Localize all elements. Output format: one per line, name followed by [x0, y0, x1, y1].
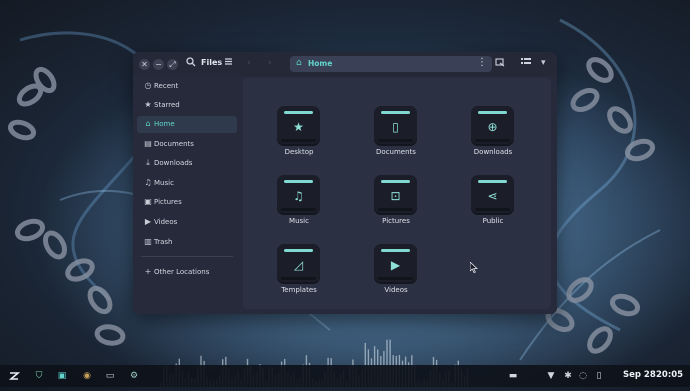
maximize-button[interactable]: ⤢ — [167, 59, 178, 70]
sidebar-item-music[interactable]: ♫ Music — [137, 175, 237, 192]
folder-label: Videos — [384, 286, 408, 294]
picture-icon: ⊡ — [390, 189, 401, 203]
home-icon: ⌂ — [145, 119, 151, 128]
sidebar-item-label: Pictures — [154, 198, 182, 206]
folder-pictures[interactable]: ⊡ Pictures — [356, 173, 436, 237]
files-app-icon[interactable]: ▣ — [57, 370, 67, 382]
forward-arrow-icon[interactable]: › — [268, 57, 272, 69]
sidebar-item-trash[interactable]: ▥ Trash — [137, 234, 237, 251]
play-icon: ▶ — [390, 258, 401, 272]
sidebar-item-label: Recent — [154, 82, 179, 90]
video-icon: ▶ — [144, 217, 152, 226]
sidebar-item-documents[interactable]: ▤ Documents — [137, 136, 237, 153]
download-icon: ⊕ — [487, 120, 498, 134]
sidebar-item-label: Trash — [154, 238, 173, 246]
folder-label: Downloads — [473, 148, 513, 156]
files-window: ✕ − ⤢ Files ‹ › ⌂ Home ⋮ ▾ ◷ Recent ★ St… — [133, 52, 557, 314]
home-icon: ⌂ — [296, 58, 302, 68]
template-icon: ◿ — [293, 258, 304, 272]
sidebar-item-recent[interactable]: ◷ Recent — [137, 78, 237, 95]
document-icon: ▯ — [392, 120, 399, 134]
bluetooth-icon[interactable]: ✱ — [563, 370, 573, 382]
wifi-icon[interactable]: ▼ — [546, 370, 556, 382]
clock-date[interactable]: Sep 28 — [623, 370, 656, 380]
clock-icon: ◷ — [144, 81, 152, 90]
location-bar[interactable]: ⌂ Home ⋮ — [290, 56, 492, 72]
folder-desktop[interactable]: ★ Desktop — [259, 104, 339, 168]
sidebar-item-label: Downloads — [154, 159, 193, 167]
settings-app-icon[interactable]: ⚙ — [129, 370, 139, 382]
folder-documents[interactable]: ▯ Documents — [356, 104, 436, 168]
terminal-app-icon[interactable]: ▭ — [105, 370, 115, 382]
headerbar: ✕ − ⤢ Files ‹ › ⌂ Home ⋮ ▾ — [133, 52, 557, 76]
sidebar-item-home[interactable]: ⌂ Home — [137, 116, 237, 133]
folder-templates[interactable]: ◿ Templates — [259, 242, 339, 306]
sidebar-item-label: Documents — [154, 140, 194, 148]
folder-label: Public — [482, 217, 504, 225]
more-options-icon[interactable]: ⋮ — [477, 57, 487, 68]
battery-icon[interactable]: ▯ — [594, 370, 604, 382]
clock-time[interactable]: 20:05 — [656, 370, 683, 380]
picture-icon: ▣ — [144, 197, 152, 206]
folder-icon: ★ — [277, 106, 320, 144]
folder-label: Documents — [376, 148, 416, 156]
folder-videos[interactable]: ▶ Videos — [356, 242, 436, 306]
shield-icon[interactable]: ⛉ — [34, 370, 44, 382]
app-launcher-icon[interactable] — [8, 370, 21, 382]
star-icon: ★ — [293, 120, 304, 134]
folder-grid: ★ Desktop ▯ Documents ⊕ Downloads ♫ Musi… — [243, 78, 551, 309]
document-icon: ▤ — [144, 139, 152, 148]
minimize-button[interactable]: − — [153, 59, 164, 70]
taskbar: ⛉ ▣ ◉ ▭ ⚙ ▬ ▼ ✱ ◌ ▯ Sep 28 20:05 — [0, 365, 690, 387]
music-icon: ♫ — [144, 178, 152, 187]
chevron-down-icon[interactable]: ▾ — [541, 57, 546, 69]
sidebar-item-pictures[interactable]: ▣ Pictures — [137, 194, 237, 211]
sidebar-item-label: Other Locations — [154, 268, 210, 276]
sidebar-item-label: Starred — [154, 101, 180, 109]
sidebar-item-label: Videos — [154, 218, 178, 226]
plus-icon: + — [144, 267, 152, 276]
folder-music[interactable]: ♫ Music — [259, 173, 339, 237]
app-title: Files — [201, 58, 223, 67]
star-icon: ★ — [144, 100, 152, 109]
music-icon: ♫ — [293, 189, 304, 203]
list-view-icon[interactable] — [521, 57, 531, 70]
mouse-cursor-icon — [469, 258, 479, 277]
sidebar-item-starred[interactable]: ★ Starred — [137, 97, 237, 114]
search-icon[interactable] — [186, 57, 196, 71]
folder-icon: ◿ — [277, 244, 320, 282]
trash-icon: ▥ — [144, 237, 152, 246]
folder-icon: ⊡ — [374, 175, 417, 213]
sidebar-item-downloads[interactable]: ⤓ Downloads — [137, 155, 237, 172]
folder-public[interactable]: ⋖ Public — [453, 173, 533, 237]
browser-app-icon[interactable]: ◉ — [82, 370, 92, 382]
folder-icon: ▯ — [374, 106, 417, 144]
sidebar-item-label: Music — [154, 179, 174, 187]
sidebar-item-label: Home — [154, 120, 175, 128]
location-label: Home — [308, 59, 333, 68]
sidebar-item-other-locations[interactable]: + Other Locations — [137, 264, 237, 281]
folder-icon: ⊕ — [471, 106, 514, 144]
folder-label: Music — [289, 217, 309, 225]
sidebar-divider — [141, 256, 233, 257]
sidebar-item-videos[interactable]: ▶ Videos — [137, 214, 237, 231]
folder-icon: ♫ — [277, 175, 320, 213]
folder-downloads[interactable]: ⊕ Downloads — [453, 104, 533, 168]
back-arrow-icon[interactable]: ‹ — [247, 57, 251, 69]
folder-icon: ▶ — [374, 244, 417, 282]
sidebar: ◷ Recent ★ Starred ⌂ Home ▤ Documents ⤓ … — [133, 76, 241, 314]
folder-label: Templates — [281, 286, 317, 294]
hamburger-menu-icon[interactable] — [224, 57, 233, 70]
volume-slider-icon[interactable]: ▬ — [506, 370, 520, 382]
view-options-icon[interactable] — [495, 57, 505, 71]
folder-icon: ⋖ — [471, 175, 514, 213]
folder-label: Pictures — [382, 217, 410, 225]
download-icon: ⤓ — [146, 158, 150, 167]
folder-label: Desktop — [284, 148, 314, 156]
share-icon: ⋖ — [487, 189, 498, 203]
notification-icon[interactable]: ◌ — [578, 370, 588, 382]
close-button[interactable]: ✕ — [139, 59, 150, 70]
